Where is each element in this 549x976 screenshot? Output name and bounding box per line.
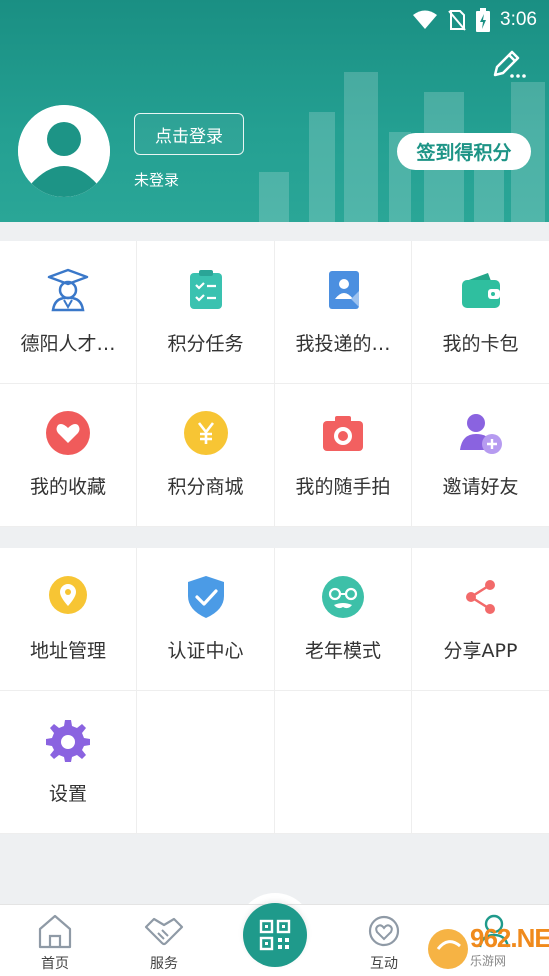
edit-profile-button[interactable] xyxy=(490,46,526,82)
location-icon xyxy=(45,574,91,620)
login-status-text: 未登录 xyxy=(134,171,180,189)
add-user-icon xyxy=(458,410,504,456)
watermark-text: 962.NET xyxy=(470,923,549,953)
menu-item-label: 老年模式 xyxy=(304,640,381,662)
menu-item-verification[interactable]: 认证中心 xyxy=(137,548,275,691)
default-avatar-icon xyxy=(18,105,110,197)
menu-item-label: 德阳人才… xyxy=(20,333,116,355)
menu-item-label: 积分任务 xyxy=(167,333,244,355)
menu-grid-secondary: 地址管理 认证中心 老年模式 分享APP 设置 xyxy=(0,548,549,834)
heart-icon xyxy=(45,410,91,456)
menu-item-label: 认证中心 xyxy=(167,640,244,662)
heart-chat-icon xyxy=(368,915,400,947)
menu-item-share-app[interactable]: 分享APP xyxy=(412,548,549,691)
empty-cell xyxy=(137,691,275,834)
scan-qr-button[interactable] xyxy=(243,903,307,967)
menu-item-points-task[interactable]: 积分任务 xyxy=(137,241,275,384)
menu-item-address[interactable]: 地址管理 xyxy=(0,548,137,691)
shield-check-icon xyxy=(183,574,229,620)
menu-item-label: 我的收藏 xyxy=(29,476,106,498)
menu-item-snapshot[interactable]: 我的随手拍 xyxy=(275,384,412,527)
empty-cell xyxy=(412,691,549,834)
wifi-icon xyxy=(413,10,438,29)
avatar[interactable] xyxy=(18,105,110,197)
elder-face-icon xyxy=(320,574,366,620)
empty-cell xyxy=(275,691,412,834)
menu-item-label: 我的卡包 xyxy=(442,333,519,355)
menu-item-label: 我的随手拍 xyxy=(295,476,391,498)
profile-header: 3:06 点击登录 未登录 签到得积分 xyxy=(0,0,549,222)
gear-icon xyxy=(45,717,91,763)
menu-item-settings[interactable]: 设置 xyxy=(0,691,137,834)
menu-item-elder-mode[interactable]: 老年模式 xyxy=(275,548,412,691)
resume-icon xyxy=(320,267,366,313)
menu-item-points-mall[interactable]: 积分商城 xyxy=(137,384,275,527)
tab-home[interactable]: 首页 xyxy=(25,913,85,973)
login-button[interactable]: 点击登录 xyxy=(134,113,244,155)
menu-item-label: 分享APP xyxy=(443,640,518,662)
menu-item-card-wallet[interactable]: 我的卡包 xyxy=(412,241,549,384)
tab-label: 首页 xyxy=(41,956,69,972)
qr-code-icon xyxy=(259,919,291,951)
camera-icon xyxy=(320,410,366,456)
status-time: 3:06 xyxy=(500,9,537,30)
status-bar: 3:06 xyxy=(412,8,537,32)
menu-item-label: 邀请好友 xyxy=(442,476,519,498)
menu-item-invite-friends[interactable]: 邀请好友 xyxy=(412,384,549,527)
tab-label: 互动 xyxy=(370,956,398,972)
clipboard-icon xyxy=(183,267,229,313)
battery-charging-icon xyxy=(476,8,491,32)
tab-service[interactable]: 服务 xyxy=(134,913,194,973)
menu-item-label: 我投递的… xyxy=(295,333,391,355)
wallet-icon xyxy=(458,267,504,313)
yen-coin-icon xyxy=(183,410,229,456)
home-icon xyxy=(38,914,72,949)
graduate-icon xyxy=(45,267,91,313)
menu-grid-primary: 德阳人才… 积分任务 我投递的… 我的卡包 我的收藏 积分商城 我的随手拍 邀请… xyxy=(0,241,549,527)
checkin-points-button[interactable]: 签到得积分 xyxy=(397,133,531,170)
menu-item-my-applications[interactable]: 我投递的… xyxy=(275,241,412,384)
watermark-subtext: 乐游网 xyxy=(470,954,507,968)
share-icon xyxy=(458,574,504,620)
tab-interact[interactable]: 互动 xyxy=(354,913,414,973)
no-sim-icon xyxy=(448,10,466,31)
edit-icon xyxy=(493,50,526,78)
menu-item-label: 地址管理 xyxy=(29,640,106,662)
menu-item-label: 设置 xyxy=(48,783,87,805)
handshake-icon xyxy=(144,917,184,946)
menu-item-favorites[interactable]: 我的收藏 xyxy=(0,384,137,527)
tab-label: 服务 xyxy=(150,956,178,972)
menu-item-label: 积分商城 xyxy=(167,476,244,498)
menu-item-talent[interactable]: 德阳人才… xyxy=(0,241,137,384)
